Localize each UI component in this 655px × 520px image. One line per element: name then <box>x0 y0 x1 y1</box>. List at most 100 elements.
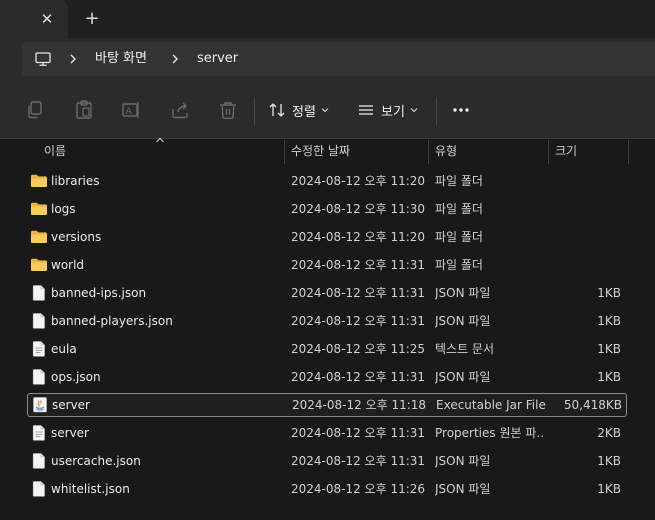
file-row[interactable]: banned-players.json 2024-08-12 오후 11:31 JS… <box>27 309 625 333</box>
delete-button[interactable] <box>216 98 240 122</box>
file-size: 2KB <box>597 426 621 440</box>
column-header: 이름 수정한 날짜 유형 크기 <box>0 137 655 165</box>
column-divider[interactable] <box>548 140 549 164</box>
file-date-modified: 2024-08-12 오후 11:31 <box>291 286 426 300</box>
copy-button[interactable] <box>23 98 47 122</box>
new-tab-button[interactable]: + <box>82 9 102 29</box>
file-date-modified: 2024-08-12 오후 11:31 <box>291 426 426 440</box>
file-type: JSON 파일 <box>435 286 491 300</box>
file-date-modified: 2024-08-12 오후 11:31 <box>291 314 426 328</box>
file-size: 1KB <box>597 286 621 300</box>
file-type: JSON 파일 <box>435 314 491 328</box>
sort-button[interactable]: 정렬 <box>268 98 330 122</box>
file-icon <box>32 369 45 385</box>
file-date-modified: 2024-08-12 오후 11:20 <box>291 230 426 244</box>
file-name: usercache.json <box>51 454 141 468</box>
chevron-right-icon[interactable] <box>66 51 80 67</box>
file-size: 1KB <box>597 454 621 468</box>
computer-icon[interactable] <box>34 50 52 68</box>
file-date-modified: 2024-08-12 오후 11:30 <box>291 202 426 216</box>
address-bar[interactable]: 바탕 화면 server <box>22 42 655 76</box>
file-name: ops.json <box>51 370 101 384</box>
rename-icon: A <box>122 102 139 118</box>
folder-icon <box>31 202 47 215</box>
file-size: 1KB <box>597 482 621 496</box>
file-row[interactable]: server 2024-08-12 오후 11:18 Executable Jar … <box>27 393 627 417</box>
file-row[interactable]: whitelist.json 2024-08-12 오후 11:26 JSON 파일… <box>27 477 625 501</box>
text-file-icon <box>32 341 45 357</box>
file-type: 텍스트 문서 <box>435 342 495 356</box>
file-icon <box>32 453 45 469</box>
share-button[interactable] <box>168 98 192 122</box>
paste-button[interactable] <box>72 98 96 122</box>
file-row[interactable]: server 2024-08-12 오후 11:31 Properties 원본 파… <box>27 421 625 445</box>
file-name: eula <box>51 342 77 356</box>
navigation-pane-edge <box>0 139 12 520</box>
column-divider[interactable] <box>628 140 629 164</box>
file-date-modified: 2024-08-12 오후 11:20 <box>291 174 426 188</box>
breadcrumb-desktop[interactable]: 바탕 화면 <box>95 51 147 67</box>
folder-row[interactable]: world 2024-08-12 오후 11:31 파일 폴더 <box>27 253 625 277</box>
folder-row[interactable]: versions 2024-08-12 오후 11:20 파일 폴더 <box>27 225 625 249</box>
paste-icon <box>76 100 92 119</box>
view-button[interactable]: 보기 <box>357 98 419 122</box>
column-divider[interactable] <box>284 140 285 164</box>
list-view-icon <box>359 105 373 115</box>
column-date-modified[interactable]: 수정한 날짜 <box>291 139 350 165</box>
file-type: 파일 폴더 <box>435 174 483 188</box>
tab-active[interactable]: ✕ <box>0 0 68 38</box>
file-type: Properties 원본 파... <box>435 426 545 440</box>
file-type: Executable Jar File <box>436 398 546 412</box>
chevron-down-icon <box>410 108 418 113</box>
column-divider[interactable] <box>428 140 429 164</box>
file-size <box>549 201 621 217</box>
close-icon[interactable]: ✕ <box>37 9 57 29</box>
column-size[interactable]: 크기 <box>555 139 577 165</box>
command-bar: A 정렬 보기 <box>0 84 655 139</box>
file-icon <box>32 313 45 329</box>
file-type: 파일 폴더 <box>435 202 483 216</box>
svg-text:A: A <box>126 107 133 117</box>
file-date-modified: 2024-08-12 오후 11:31 <box>291 370 426 384</box>
view-label: 보기 <box>381 104 405 120</box>
column-name[interactable]: 이름 <box>44 139 66 165</box>
file-icon <box>32 481 45 497</box>
chevron-right-icon[interactable] <box>168 51 182 67</box>
rename-button[interactable]: A <box>119 98 143 122</box>
folder-row[interactable]: logs 2024-08-12 오후 11:30 파일 폴더 <box>27 197 625 221</box>
file-row[interactable]: eula 2024-08-12 오후 11:25 텍스트 문서 1KB <box>27 337 625 361</box>
file-date-modified: 2024-08-12 오후 11:18 <box>292 398 427 412</box>
more-options-icon[interactable] <box>451 102 471 118</box>
file-type: 파일 폴더 <box>435 230 483 244</box>
file-icon <box>32 285 45 301</box>
toolbar-divider <box>254 97 255 125</box>
folder-row[interactable]: libraries 2024-08-12 오후 11:20 파일 폴더 <box>27 169 625 193</box>
trash-icon <box>220 102 236 119</box>
file-type: JSON 파일 <box>435 482 491 496</box>
jar-file-icon <box>33 397 47 413</box>
file-size: 1KB <box>597 370 621 384</box>
share-icon <box>172 102 188 119</box>
sort-label: 정렬 <box>292 104 316 120</box>
file-name: banned-ips.json <box>51 286 147 300</box>
column-type[interactable]: 유형 <box>435 139 457 165</box>
file-type: 파일 폴더 <box>435 258 483 272</box>
file-row[interactable]: banned-ips.json 2024-08-12 오후 11:31 JSON 파… <box>27 281 625 305</box>
file-list: 이름 수정한 날짜 유형 크기 libraries 2024-08-12 오후 1… <box>0 137 655 520</box>
file-size: 1KB <box>597 342 621 356</box>
toolbar-divider <box>436 97 437 125</box>
folder-icon <box>31 258 47 271</box>
file-row[interactable]: usercache.json 2024-08-12 오후 11:31 JSON 파일… <box>27 449 625 473</box>
file-size <box>549 257 621 273</box>
breadcrumb-server[interactable]: server <box>197 51 238 67</box>
sort-up-icon <box>156 137 164 143</box>
file-name: versions <box>51 230 102 244</box>
file-size <box>549 173 621 189</box>
file-name: whitelist.json <box>51 482 130 496</box>
folder-icon <box>31 230 47 243</box>
address-row: 바탕 화면 server <box>0 38 655 84</box>
file-type: JSON 파일 <box>435 454 491 468</box>
file-row[interactable]: ops.json 2024-08-12 오후 11:31 JSON 파일 1KB <box>27 365 625 389</box>
file-date-modified: 2024-08-12 오후 11:31 <box>291 258 426 272</box>
file-date-modified: 2024-08-12 오후 11:26 <box>291 482 426 496</box>
